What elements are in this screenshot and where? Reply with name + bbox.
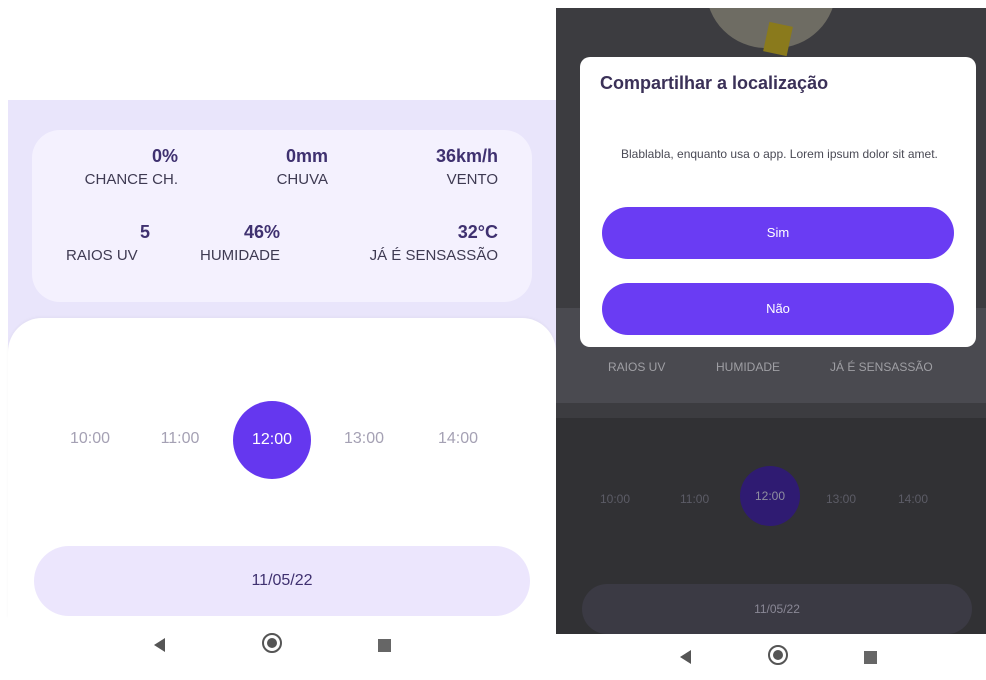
- android-nav-bar: [0, 618, 556, 680]
- share-location-dialog: Compartilhar a localização Blablabla, en…: [580, 57, 976, 347]
- date-selector[interactable]: 11/05/22: [34, 546, 530, 616]
- recent-apps-icon[interactable]: [378, 639, 391, 652]
- stat-value: 0mm: [285, 146, 328, 166]
- weather-stats-card: 0% CHANCE CH. 0mm CHUVA 36km/h VENTO 5 R…: [32, 130, 532, 302]
- yes-button[interactable]: Sim: [602, 207, 954, 259]
- no-button[interactable]: Não: [602, 283, 954, 335]
- dim-hour-selected: 12:00: [740, 466, 800, 526]
- dim-hour-option: 11:00: [680, 492, 710, 506]
- home-icon[interactable]: [768, 645, 788, 665]
- stat-rain: 0mm CHUVA: [180, 146, 328, 188]
- stat-label: CHANCE CH.: [84, 171, 178, 188]
- dim-date-selector: 11/05/22: [582, 584, 972, 634]
- stat-label: JÁ É SENSASSÃO: [369, 247, 498, 264]
- stat-value: 36km/h: [435, 146, 498, 166]
- dim-stat-label: RAIOS UV: [608, 360, 666, 374]
- hour-option[interactable]: 10:00: [60, 430, 120, 448]
- dim-hour-option: 13:00: [826, 492, 857, 506]
- home-icon[interactable]: [262, 633, 282, 653]
- left-screen: 0% CHANCE CH. 0mm CHUVA 36km/h VENTO 5 R…: [0, 0, 556, 680]
- dim-hour-option: 10:00: [600, 492, 631, 506]
- dialog-title: Compartilhar a localização: [600, 73, 829, 93]
- hour-option[interactable]: 14:00: [428, 430, 488, 448]
- stat-rain-chance: 0% CHANCE CH.: [48, 146, 178, 188]
- dim-stat-label: HUMIDADE: [716, 360, 781, 374]
- stat-feels-like: 32°C JÁ É SENSASSÃO: [328, 222, 498, 264]
- recent-apps-icon[interactable]: [864, 651, 877, 664]
- stat-label: RAIOS UV: [66, 247, 138, 264]
- stat-wind: 36km/h VENTO: [348, 146, 498, 188]
- hour-option[interactable]: 11:00: [150, 430, 210, 448]
- stat-label: VENTO: [446, 171, 498, 188]
- weather-image-detail: [763, 21, 793, 57]
- dim-stat-label: JÁ É SENSASSÃO: [830, 360, 933, 374]
- stat-label: CHUVA: [276, 171, 328, 188]
- back-icon[interactable]: [154, 638, 165, 652]
- right-screen-dimmed: 5 46% 32°C RAIOS UV HUMIDADE JÁ É SENSAS…: [556, 8, 986, 680]
- back-icon[interactable]: [680, 650, 691, 664]
- stat-value: 5: [139, 222, 150, 242]
- hour-option[interactable]: 13:00: [334, 430, 394, 448]
- android-nav-bar: [556, 634, 986, 680]
- stat-value: 32°C: [457, 222, 498, 242]
- dialog-message: Blablabla, enquanto usa o app. Lorem ips…: [621, 147, 938, 161]
- stat-uv: 5 RAIOS UV: [66, 222, 196, 264]
- stat-value: 0%: [151, 146, 178, 166]
- hour-option-selected[interactable]: 12:00: [233, 401, 311, 479]
- dim-hour-option: 14:00: [898, 492, 929, 506]
